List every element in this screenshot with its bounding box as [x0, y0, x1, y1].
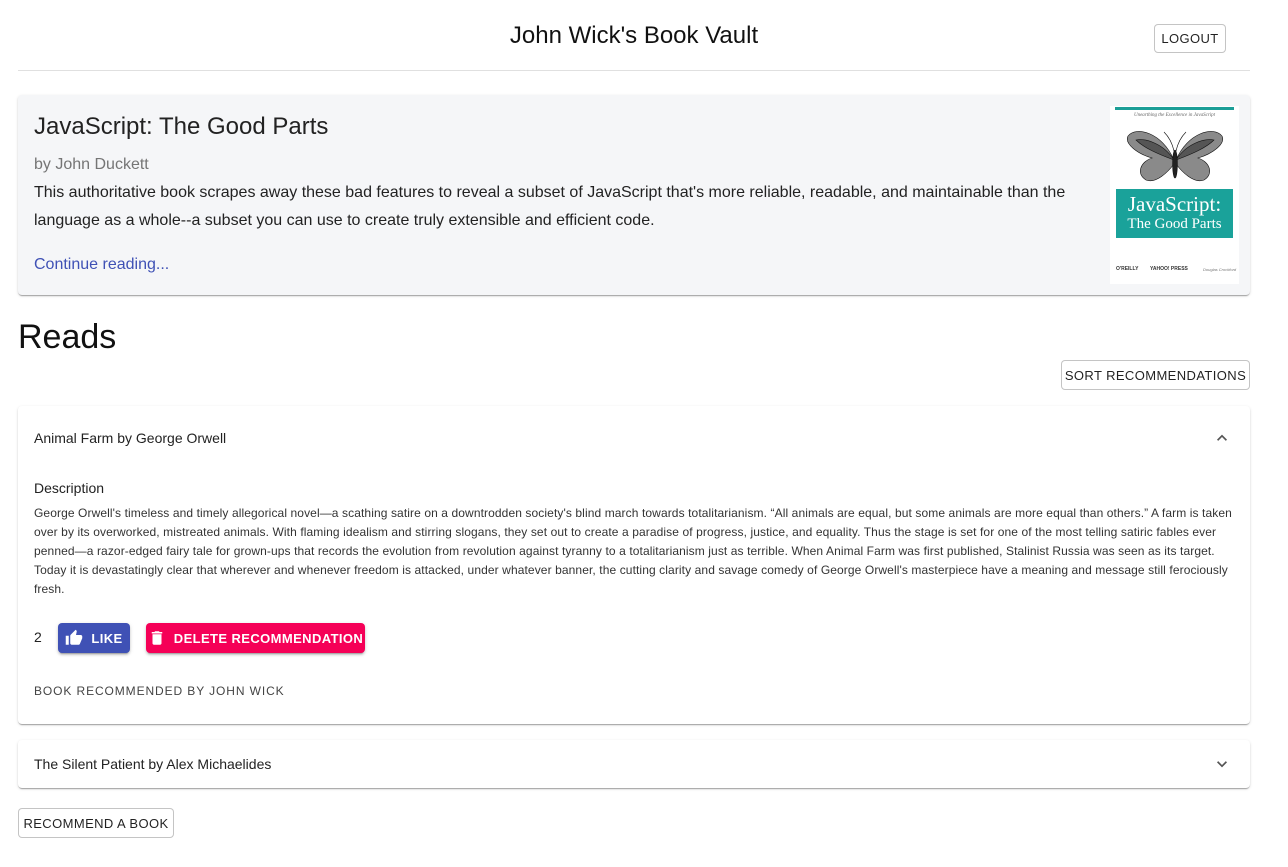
recommendation-description: George Orwell's timeless and timely alle… [34, 506, 1232, 596]
like-count: 2 [34, 629, 42, 645]
sort-recommendations-button[interactable]: SORT RECOMMENDATIONS [1061, 360, 1250, 390]
recommendation-title: Animal Farm by George Orwell [34, 430, 227, 446]
cover-title-line2: The Good Parts [1127, 216, 1222, 232]
accordion-header[interactable]: Animal Farm by George Orwell [18, 406, 1250, 470]
chevron-up-icon[interactable] [1212, 428, 1232, 448]
continue-reading-link[interactable]: Continue reading... [34, 256, 169, 274]
recommendation-accordion: The Silent Patient by Alex Michaelides [18, 740, 1250, 788]
description-label: Description [34, 480, 105, 496]
cover-publisher-yahoo: YAHOO! PRESS [1150, 266, 1188, 272]
recommendation-accordion: Animal Farm by George Orwell Description… [18, 406, 1250, 724]
recommended-by-text: BOOK RECOMMENDED BY JOHN WICK [34, 684, 285, 698]
thumb-up-icon [66, 629, 83, 645]
page: John Wick's Book Vault LOGOUT JavaScript… [0, 0, 1288, 867]
delete-recommendation-button[interactable]: DELETE RECOMMENDATION [146, 623, 365, 653]
featured-book-description: This authoritative book scrapes away the… [34, 184, 1066, 229]
like-button[interactable]: LIKE [58, 623, 130, 653]
like-button-label: LIKE [91, 630, 123, 646]
trash-icon [151, 631, 163, 645]
cover-publisher-oreilly: O'REILLY [1116, 266, 1139, 272]
cover-title-panel: JavaScript: The Good Parts [1116, 189, 1233, 238]
reads-heading: Reads [18, 318, 117, 356]
logout-button[interactable]: LOGOUT [1154, 24, 1226, 53]
app-header: John Wick's Book Vault LOGOUT [18, 0, 1250, 71]
accordion-header[interactable]: The Silent Patient by Alex Michaelides [18, 740, 1250, 788]
featured-book-title: JavaScript: The Good Parts [34, 113, 329, 140]
cover-author: Douglas Crockford [1203, 267, 1237, 272]
featured-book-author: by John Duckett [34, 156, 149, 173]
book-cover-image: Unearthing the Excellence in JavaScript … [1110, 106, 1239, 284]
butterfly-illustration [1127, 131, 1223, 182]
delete-button-label: DELETE RECOMMENDATION [173, 630, 364, 646]
featured-book-card: JavaScript: The Good Parts by John Ducke… [18, 95, 1250, 295]
app-title: John Wick's Book Vault [509, 22, 759, 49]
recommendation-title: The Silent Patient by Alex Michaelides [34, 756, 272, 772]
recommend-a-book-button[interactable]: RECOMMEND A BOOK [18, 808, 174, 838]
chevron-down-icon[interactable] [1212, 754, 1232, 774]
cover-title-line1: JavaScript: [1127, 192, 1222, 216]
cover-tagline: Unearthing the Excellence in JavaScript [1133, 113, 1216, 118]
cover-top-bar [1115, 107, 1234, 110]
